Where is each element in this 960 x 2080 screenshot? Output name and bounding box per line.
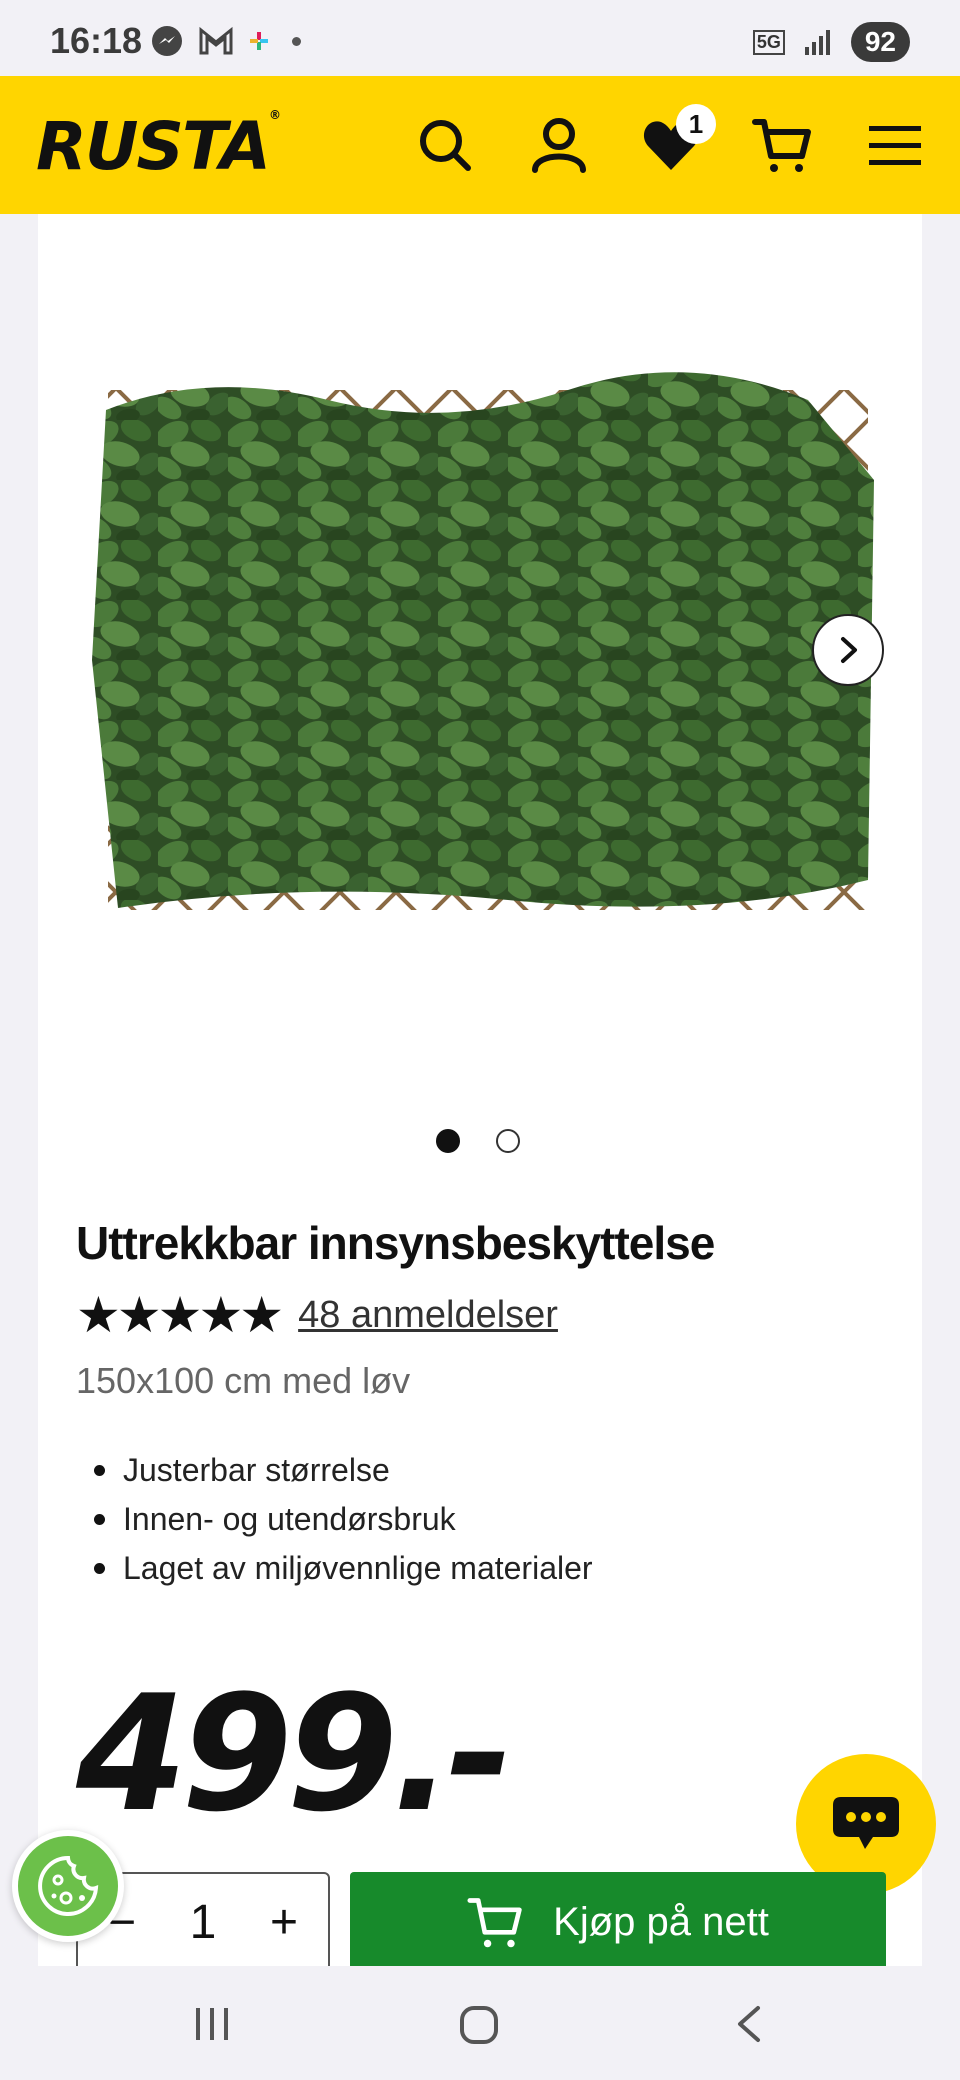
logo-text: RUSTA	[36, 108, 271, 185]
rating-stars: ★★★★★	[76, 1287, 284, 1343]
network-5g: 5G	[752, 29, 785, 55]
messenger-icon	[152, 26, 182, 56]
notification-icons	[150, 24, 301, 58]
rusta-logo[interactable]: RUSTA®	[36, 108, 281, 185]
cart-icon[interactable]	[752, 114, 814, 176]
image-next-button[interactable]	[812, 614, 884, 686]
cookie-settings-button[interactable]	[12, 1830, 124, 1942]
quantity-increase-button[interactable]: +	[270, 1895, 298, 1950]
product-image[interactable]	[88, 360, 878, 940]
feature-item: Innen- og utendørsbruk	[94, 1495, 593, 1544]
status-bar: 16:18 5G 92	[0, 0, 960, 76]
system-nav-bar	[0, 1966, 960, 2080]
more-notifications-dot	[292, 36, 301, 46]
account-icon[interactable]	[528, 114, 590, 176]
quantity-value[interactable]: 1	[190, 1895, 217, 1950]
home-icon[interactable]	[458, 2004, 500, 2046]
buy-online-button[interactable]: Kjøp på nett	[350, 1872, 886, 1972]
status-time: 16:18	[50, 20, 143, 61]
gmail-icon	[199, 26, 233, 55]
slack-icon	[250, 32, 268, 50]
chevron-right-icon	[841, 637, 857, 663]
chat-icon	[833, 1797, 899, 1849]
reviews-link[interactable]: 48 anmeldelser	[298, 1294, 558, 1337]
feature-item: Justerbar størrelse	[94, 1446, 593, 1495]
product-price: 499.-	[76, 1660, 513, 1847]
wishlist-count-badge: 1	[676, 104, 716, 144]
back-icon[interactable]	[730, 2004, 770, 2044]
site-header: RUSTA® 1	[0, 76, 960, 214]
menu-icon[interactable]	[864, 114, 926, 176]
cookie-icon	[38, 1855, 99, 1916]
battery-indicator: 92	[850, 22, 910, 62]
carousel-dot-2[interactable]	[496, 1129, 520, 1153]
signal-icon	[804, 30, 830, 55]
carousel-dot-1[interactable]	[436, 1129, 460, 1153]
feature-item: Laget av miljøvennlige materialer	[94, 1544, 593, 1593]
search-icon[interactable]	[414, 114, 476, 176]
product-title: Uttrekkbar innsynsbeskyttelse	[76, 1217, 715, 1269]
feature-list: Justerbar størrelse Innen- og utendørsbr…	[94, 1446, 593, 1593]
image-carousel-dots	[436, 1129, 520, 1153]
cart-icon	[467, 1898, 522, 1948]
product-rating: ★★★★★ 48 anmeldelser	[76, 1286, 558, 1344]
buy-online-label: Kjøp på nett	[553, 1899, 769, 1944]
product-variant: 150x100 cm med løv	[76, 1360, 411, 1401]
recent-apps-icon[interactable]	[192, 2004, 232, 2044]
